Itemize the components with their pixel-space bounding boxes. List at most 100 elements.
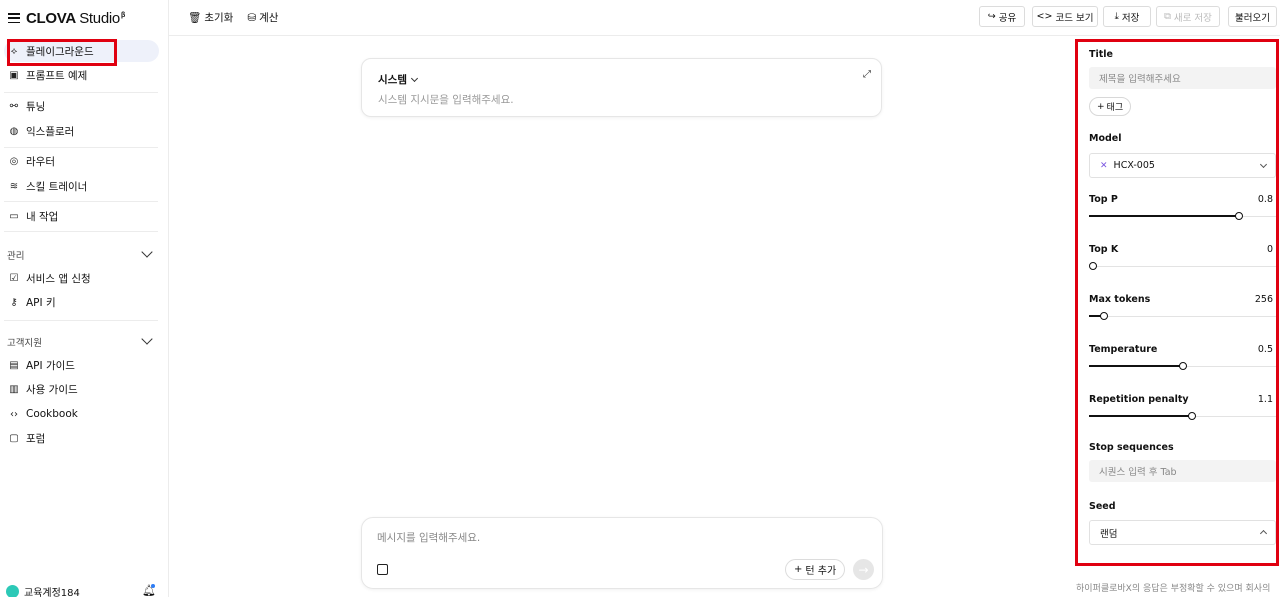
message-input[interactable]: 메시지를 입력해주세요.: [377, 530, 480, 545]
slider-thumb[interactable]: [1089, 262, 1097, 270]
send-button[interactable]: →: [853, 559, 874, 580]
slider-rail: [1089, 316, 1276, 317]
code-view-button[interactable]: <> 코드 보기: [1032, 6, 1098, 27]
menu-icon[interactable]: [8, 13, 20, 23]
sidebar-item-label: 포럼: [26, 432, 46, 445]
chevron-down-icon[interactable]: [141, 246, 153, 258]
image-icon[interactable]: [377, 564, 388, 575]
sidebar-item-explorer[interactable]: ◍ 익스플로러: [4, 120, 159, 142]
sidebar-item-service-app[interactable]: ☑ 서비스 앱 신청: [4, 267, 159, 289]
sidebar-item-label: 라우터: [26, 155, 55, 168]
slider-fill: [1089, 365, 1183, 367]
system-title[interactable]: 시스템: [378, 72, 419, 87]
add-tag-button[interactable]: + 태그: [1089, 97, 1132, 116]
chevron-up-icon: [1259, 529, 1268, 538]
sidebar-item-user-guide[interactable]: ▥ 사용 가이드: [4, 378, 159, 400]
sidebar-item-cookbook[interactable]: ‹› Cookbook: [4, 403, 159, 425]
sidebar-item-playground[interactable]: ⟡ 플레이그라운드: [4, 40, 159, 62]
slider-thumb[interactable]: [1235, 212, 1243, 220]
param-value: 0: [1266, 244, 1273, 255]
reset-button[interactable]: 🗑︎ 초기화: [188, 10, 233, 25]
slider-thumb[interactable]: [1100, 312, 1108, 320]
skill-trainer-icon: ≋: [9, 180, 19, 192]
sidebar-item-router[interactable]: ◎ 라우터: [4, 150, 159, 172]
chevron-down-icon[interactable]: [141, 333, 153, 345]
slider-thumb[interactable]: [1188, 412, 1196, 420]
disclaimer-text: 하이퍼클로바X의 응답은 부정확할 수 있으며 회사의: [1076, 584, 1271, 594]
share-icon: ↪: [987, 11, 996, 22]
seed-select[interactable]: 랜덤: [1089, 520, 1276, 545]
save-label: 저장: [1121, 12, 1140, 24]
save-button[interactable]: ⤓ 저장: [1103, 6, 1151, 27]
user-name: 교육계정184: [24, 588, 80, 597]
chat-icon: ▢: [9, 432, 19, 444]
sidebar-item-label: API 키: [26, 296, 56, 309]
playground-icon: ⟡: [10, 45, 18, 57]
share-label: 공유: [998, 12, 1017, 24]
param-slider[interactable]: [1089, 212, 1276, 222]
sidebar-item-api-guide[interactable]: ▤ API 가이드: [4, 354, 159, 376]
section-label-support: 고객지원: [7, 338, 42, 349]
param-slider[interactable]: [1089, 412, 1276, 422]
load-button[interactable]: 불러오기: [1228, 6, 1277, 27]
tag-label: 태그: [1106, 103, 1124, 113]
system-prompt-input[interactable]: 시스템 지시문을 입력해주세요.: [378, 92, 514, 107]
toolbar: 🗑︎ 초기화 ⛁ 계산 ↪ 공유 <> 코드 보기 ⤓ 저장 ⧉ 새로 저장 불러오기: [169, 0, 1280, 36]
sidebar-item-label: 프롬프트 예제: [26, 69, 88, 82]
model-value: HCX-005: [1113, 160, 1155, 171]
model-select[interactable]: ✕ HCX-005: [1089, 153, 1276, 178]
brand: CLOVA Studioβ: [8, 9, 125, 27]
stop-sequences-input[interactable]: 시퀀스 입력 후 Tab: [1089, 460, 1276, 482]
divider: [4, 92, 158, 93]
chevron-down-icon: [410, 74, 419, 82]
avatar: [6, 585, 19, 597]
sidebar-item-label: Cookbook: [26, 408, 78, 420]
param-label: Max tokens: [1089, 294, 1151, 305]
expand-icon[interactable]: ⤢: [863, 69, 871, 80]
key-icon: ⚷: [10, 296, 18, 308]
title-input[interactable]: 제목을 입력해주세요: [1089, 67, 1276, 89]
seed-label: Seed: [1089, 501, 1116, 512]
param-slider[interactable]: [1089, 362, 1276, 372]
divider: [4, 201, 158, 202]
title-label: Title: [1089, 49, 1113, 60]
calculate-button[interactable]: ⛁ 계산: [247, 10, 278, 25]
tuning-icon: ⚯: [9, 100, 19, 112]
message-composer: 메시지를 입력해주세요. + 턴 추가 →: [361, 517, 883, 589]
sidebar-item-api-key[interactable]: ⚷ API 키: [4, 291, 159, 313]
stop-sequences-label: Stop sequences: [1089, 442, 1174, 453]
sidebar-item-my-work[interactable]: ▭ 내 작업: [4, 205, 159, 227]
code-icon: ‹›: [10, 408, 18, 420]
sidebar-item-label: 플레이그라운드: [26, 45, 94, 58]
slider-thumb[interactable]: [1179, 362, 1187, 370]
trash-icon: 🗑︎: [188, 12, 202, 24]
book-icon: ▥: [9, 383, 19, 395]
sidebar-item-label: 사용 가이드: [26, 383, 78, 396]
save-as-button[interactable]: ⧉ 새로 저장: [1156, 6, 1220, 27]
sidebar-item-skill-trainer[interactable]: ≋ 스킬 트레이너: [4, 175, 159, 197]
system-title-label: 시스템: [378, 74, 407, 86]
slider-fill: [1089, 215, 1239, 217]
system-prompt-card[interactable]: 시스템 시스템 지시문을 입력해주세요. ⤢: [361, 58, 882, 117]
param-slider[interactable]: [1089, 262, 1276, 272]
param-slider[interactable]: [1089, 312, 1276, 322]
sidebar-item-forum[interactable]: ▢ 포럼: [4, 427, 159, 449]
brand-logo[interactable]: CLOVA Studioβ: [26, 10, 125, 27]
slider-rail: [1089, 266, 1276, 267]
code-icon: <>: [1036, 11, 1053, 22]
divider: [4, 231, 158, 232]
divider: [4, 320, 158, 321]
arrow-right-icon: →: [858, 562, 869, 577]
param-label: Top P: [1089, 194, 1118, 205]
share-button[interactable]: ↪ 공유: [979, 6, 1025, 27]
reset-label: 초기화: [204, 12, 234, 24]
user-account[interactable]: 교육계정184: [6, 584, 80, 597]
sidebar-item-label: 스킬 트레이너: [26, 180, 88, 193]
add-turn-button[interactable]: + 턴 추가: [785, 559, 846, 580]
main-area: 시스템 시스템 지시문을 입력해주세요. ⤢ 메시지를 입력해주세요. + 턴 …: [169, 36, 1074, 597]
sidebar-item-tuning[interactable]: ⚯ 튜닝: [4, 95, 159, 117]
sidebar-item-prompt-example[interactable]: ▣ 프롬프트 예제: [4, 64, 159, 86]
document-icon: ▤: [9, 359, 19, 371]
folder-icon: ▭: [9, 210, 19, 222]
plus-icon: +: [794, 564, 803, 575]
